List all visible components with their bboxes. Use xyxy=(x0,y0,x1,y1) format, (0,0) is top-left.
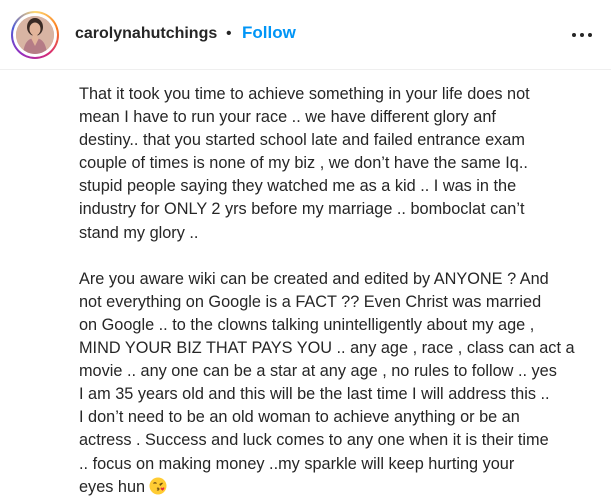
caption-line: movie .. any one can be a star at any ag… xyxy=(79,362,557,381)
avatar[interactable] xyxy=(16,16,54,54)
caption-line: I don’t need to be an old woman to achie… xyxy=(79,408,520,427)
more-options-icon[interactable] xyxy=(570,25,594,45)
caption-line: on Google .. to the clowns talking unint… xyxy=(79,315,535,334)
caption-line-last: eyes hun xyxy=(79,476,601,499)
caption-line: actress . Success and luck comes to any … xyxy=(79,431,549,450)
separator-dot: • xyxy=(226,25,232,42)
face-blowing-kiss-emoji xyxy=(149,477,167,502)
follow-button[interactable]: Follow xyxy=(242,23,296,43)
caption-line: not everything on Google is a FACT ?? Ev… xyxy=(79,292,542,311)
paragraph-break xyxy=(79,245,601,268)
caption-line: .. focus on making money ..my sparkle wi… xyxy=(79,454,515,473)
caption-line: MIND YOUR BIZ THAT PAYS YOU .. any age ,… xyxy=(79,339,575,358)
caption-line: couple of times is none of my biz , we d… xyxy=(79,154,528,173)
caption-text: eyes hun xyxy=(79,477,146,496)
caption-line: industry for ONLY 2 yrs before my marria… xyxy=(79,200,525,219)
avatar-image xyxy=(16,16,54,54)
caption-line: That it took you time to achieve somethi… xyxy=(79,85,530,103)
username-link[interactable]: carolynahutchings xyxy=(75,24,217,44)
story-ring[interactable] xyxy=(11,11,59,59)
post-caption: That it took you time to achieve somethi… xyxy=(79,83,601,499)
caption-line: I am 35 years old and this will be the l… xyxy=(79,385,550,404)
post-header: carolynahutchings • Follow xyxy=(0,0,611,70)
caption-line: destiny.. that you started school late a… xyxy=(79,131,525,150)
avatar-gap xyxy=(13,13,57,57)
caption-line: Are you aware wiki can be created and ed… xyxy=(79,269,549,288)
caption-line: stupid people saying they watched me as … xyxy=(79,177,517,196)
caption-line: mean I have to run your race .. we have … xyxy=(79,108,496,127)
caption-line: stand my glory .. xyxy=(79,223,199,242)
